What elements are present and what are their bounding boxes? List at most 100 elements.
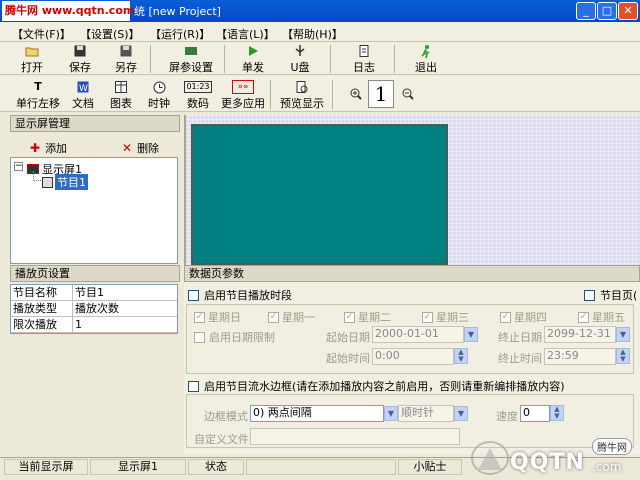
folder-icon (24, 44, 40, 58)
tree-collapse-toggle[interactable]: − (14, 162, 23, 171)
delete-screen-button[interactable]: ✕ 删除 (122, 140, 159, 156)
enable-time-label: 启用节目播放时段 (204, 289, 292, 302)
weekday-tue-checkbox[interactable]: ✓ 星期二 (344, 309, 391, 325)
word-document-icon: W (75, 80, 91, 94)
save-label: 保存 (69, 61, 91, 74)
play-icon (245, 44, 261, 58)
scroll-left-button[interactable]: T 单行左移 (14, 80, 62, 111)
send-button[interactable]: 单发 (238, 44, 268, 75)
custom-file-field[interactable] (250, 428, 460, 445)
open-button[interactable]: 打开 (18, 44, 46, 75)
save-as-label: 另存 (115, 61, 137, 74)
window-title: 统 [new Project] (134, 5, 221, 18)
screen-settings-icon (183, 44, 199, 58)
add-screen-button[interactable]: ✚ 添加 (30, 140, 67, 156)
start-time-field[interactable]: 0:00 (372, 348, 454, 365)
chevron-down-icon[interactable]: ▼ (384, 406, 398, 421)
digital-button[interactable]: 01:23 数码 (184, 80, 212, 111)
menu-file[interactable]: 【文件(F)】 (12, 26, 71, 42)
direction-select[interactable]: 顺时针 (398, 405, 454, 422)
checkmark-icon: ✓ (268, 311, 279, 323)
exit-running-icon (418, 44, 434, 58)
preview-button[interactable]: 预览显示 (280, 80, 324, 111)
menu-help[interactable]: 【帮助(H)】 (282, 26, 343, 42)
clock-button[interactable]: 时钟 (146, 80, 172, 111)
checkmark-icon: ✓ (500, 311, 511, 323)
weekday-sun-checkbox[interactable]: ✓ 星期日 (194, 309, 241, 325)
table-row[interactable]: 播放类型 播放次数 (11, 301, 177, 317)
splitter[interactable] (184, 115, 186, 265)
tree-program-label: 节目1 (55, 174, 88, 190)
time-spinner-icon[interactable]: ▲ ▼ (616, 348, 630, 364)
toolbar-divider (150, 45, 151, 73)
checkmark-icon: ✓ (194, 311, 205, 323)
picture-button[interactable]: 图表 (108, 80, 134, 111)
weekday-wed-checkbox[interactable]: ✓ 星期三 (422, 309, 469, 325)
zoom-in-icon[interactable] (350, 88, 362, 103)
menu-settings[interactable]: 【设置(S)】 (80, 26, 140, 42)
start-date-field[interactable]: 2000-01-01 (372, 326, 464, 343)
toolbar-divider (270, 80, 271, 110)
close-button[interactable]: ✕ (618, 2, 638, 20)
toolbar-divider (330, 45, 331, 73)
screen-management-header: 显示屏管理 (10, 115, 180, 132)
chevron-down-icon[interactable]: ▼ (464, 327, 478, 342)
watermark-logo-badge: 腾牛网 (592, 438, 632, 455)
document-button[interactable]: W 文档 (68, 80, 98, 111)
digital-label: 数码 (187, 97, 209, 110)
table-row[interactable]: 限次播放 1 (11, 317, 177, 333)
usb-button[interactable]: U盘 (286, 44, 314, 75)
delete-x-icon: ✕ (122, 141, 133, 155)
program-page-checkbox[interactable]: 节目页( (584, 287, 637, 303)
property-value[interactable]: 1 (73, 317, 177, 332)
program-icon (42, 176, 53, 188)
maximize-button[interactable]: □ (597, 2, 617, 20)
menu-language[interactable]: 【语言(L)】 (216, 26, 275, 42)
border-mode-select[interactable]: 0) 两点间隔 (250, 405, 384, 422)
time-spinner-icon[interactable]: ▲ ▼ (454, 348, 468, 364)
state-label: 状态 (188, 459, 244, 475)
chevron-down-icon[interactable]: ▼ (616, 327, 630, 342)
log-icon (356, 44, 372, 58)
toolbar-divider (224, 45, 225, 73)
weekday-label: 星期五 (592, 311, 625, 324)
zoom-out-icon[interactable] (402, 88, 414, 103)
checkbox-box (584, 289, 595, 301)
enable-border-checkbox[interactable]: 启用节目流水边框(请在添加播放内容之前启用，否则请重新编排播放内容) (188, 378, 565, 394)
main-toolbar (0, 42, 640, 75)
log-button[interactable]: 日志 (350, 44, 378, 75)
weekday-label: 星期三 (436, 311, 469, 324)
weekday-fri-checkbox[interactable]: ✓ 星期五 (578, 309, 625, 325)
tree-item-program[interactable]: 节目1 (42, 174, 88, 190)
weekday-mon-checkbox[interactable]: ✓ 星期一 (268, 309, 315, 325)
checkbox-box (194, 331, 205, 343)
save-button[interactable]: 保存 (66, 44, 94, 75)
scroll-left-label: 单行左移 (16, 97, 60, 110)
minimize-button[interactable]: _ (576, 2, 596, 20)
screen-settings-button[interactable]: 屏参设置 (166, 44, 216, 75)
property-value[interactable]: 节目1 (73, 285, 177, 300)
end-date-field[interactable]: 2099-12-31 (544, 326, 616, 343)
weekday-thu-checkbox[interactable]: ✓ 星期四 (500, 309, 547, 325)
page-settings-header: 播放页设置 (10, 265, 180, 282)
delete-label: 删除 (137, 142, 160, 155)
weekday-label: 星期日 (208, 311, 241, 324)
usb-icon (292, 44, 308, 58)
svg-text:W: W (79, 84, 88, 93)
end-time-field[interactable]: 23:59 (544, 348, 616, 365)
property-value[interactable]: 播放次数 (73, 301, 177, 316)
property-key: 限次播放 (11, 317, 73, 332)
more-apps-button[interactable]: »» 更多应用 (220, 80, 266, 111)
menu-run[interactable]: 【运行(R)】 (150, 26, 210, 42)
speed-spinner-icon[interactable]: ▲ ▼ (550, 405, 564, 421)
table-row[interactable]: 节目名称 节目1 (11, 285, 177, 301)
exit-button[interactable]: 退出 (412, 44, 440, 75)
preview-icon (294, 80, 310, 94)
checkmark-icon: ✓ (344, 311, 355, 323)
enable-time-checkbox[interactable]: 启用节目播放时段 (188, 287, 292, 303)
text-icon: T (34, 80, 42, 93)
save-as-button[interactable]: 另存 (112, 44, 140, 75)
led-preview-screen[interactable] (191, 124, 448, 265)
chevron-down-icon[interactable]: ▼ (454, 406, 468, 421)
enable-date-checkbox[interactable]: 启用日期限制 (194, 329, 275, 345)
